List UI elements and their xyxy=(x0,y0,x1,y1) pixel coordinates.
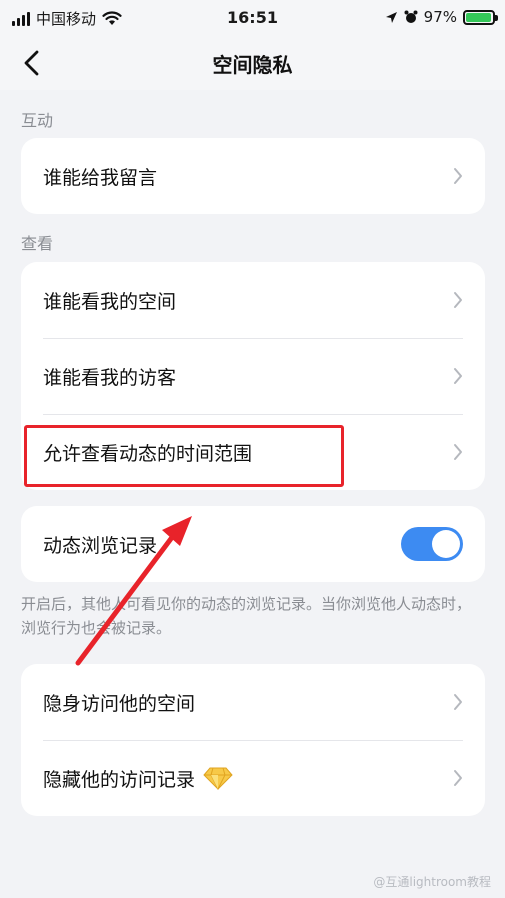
row-invisible-visit[interactable]: 隐身访问他的空间 xyxy=(21,664,485,740)
battery-percent: 97% xyxy=(423,8,457,26)
row-label: 隐身访问他的空间 xyxy=(43,692,196,715)
row-label: 谁能给我留言 xyxy=(43,166,158,189)
status-bar: 中国移动 16:51 97% xyxy=(0,0,505,36)
alarm-icon xyxy=(404,10,418,23)
row-who-can-leave-message[interactable]: 谁能给我留言 xyxy=(21,138,485,214)
watermark: @互通lightroom教程 xyxy=(373,875,491,889)
location-icon xyxy=(385,11,397,23)
toggle-knob xyxy=(432,530,460,558)
row-browse-record: 动态浏览记录 xyxy=(21,506,485,582)
chevron-right-icon xyxy=(454,368,462,384)
row-who-can-view-visitors[interactable]: 谁能看我的访客 xyxy=(21,338,485,414)
chevron-right-icon xyxy=(454,168,462,184)
row-label: 动态浏览记录 xyxy=(43,534,158,557)
card-browse-record: 动态浏览记录 xyxy=(21,506,485,582)
row-label: 谁能看我的访客 xyxy=(43,366,177,389)
row-label: 谁能看我的空间 xyxy=(43,290,177,313)
status-right: 97% xyxy=(385,8,498,26)
browse-record-description: 开启后，其他人可看见你的动态的浏览记录。当你浏览他人动态时，浏览行为也会被记录。 xyxy=(21,595,472,637)
section-label-view: 查看 xyxy=(21,234,54,253)
section-label-interaction: 互动 xyxy=(21,111,54,130)
card-interaction: 谁能给我留言 xyxy=(21,138,485,214)
row-label: 隐藏他的访问记录 xyxy=(43,768,196,791)
nav-bar: 空间隐私 xyxy=(0,36,505,90)
chevron-right-icon xyxy=(454,770,462,786)
row-hide-visit-record[interactable]: 隐藏他的访问记录 xyxy=(21,740,485,816)
card-invisible: 隐身访问他的空间 隐藏他的访问记录 xyxy=(21,664,485,816)
chevron-right-icon xyxy=(454,444,462,460)
browse-record-toggle[interactable] xyxy=(401,527,463,561)
chevron-right-icon xyxy=(454,292,462,308)
battery-icon xyxy=(463,9,498,25)
diamond-icon xyxy=(203,767,233,790)
chevron-right-icon xyxy=(454,694,462,710)
page-title: 空间隐私 xyxy=(212,53,293,77)
row-who-can-view-space[interactable]: 谁能看我的空间 xyxy=(21,262,485,338)
highlight-box xyxy=(24,425,344,487)
